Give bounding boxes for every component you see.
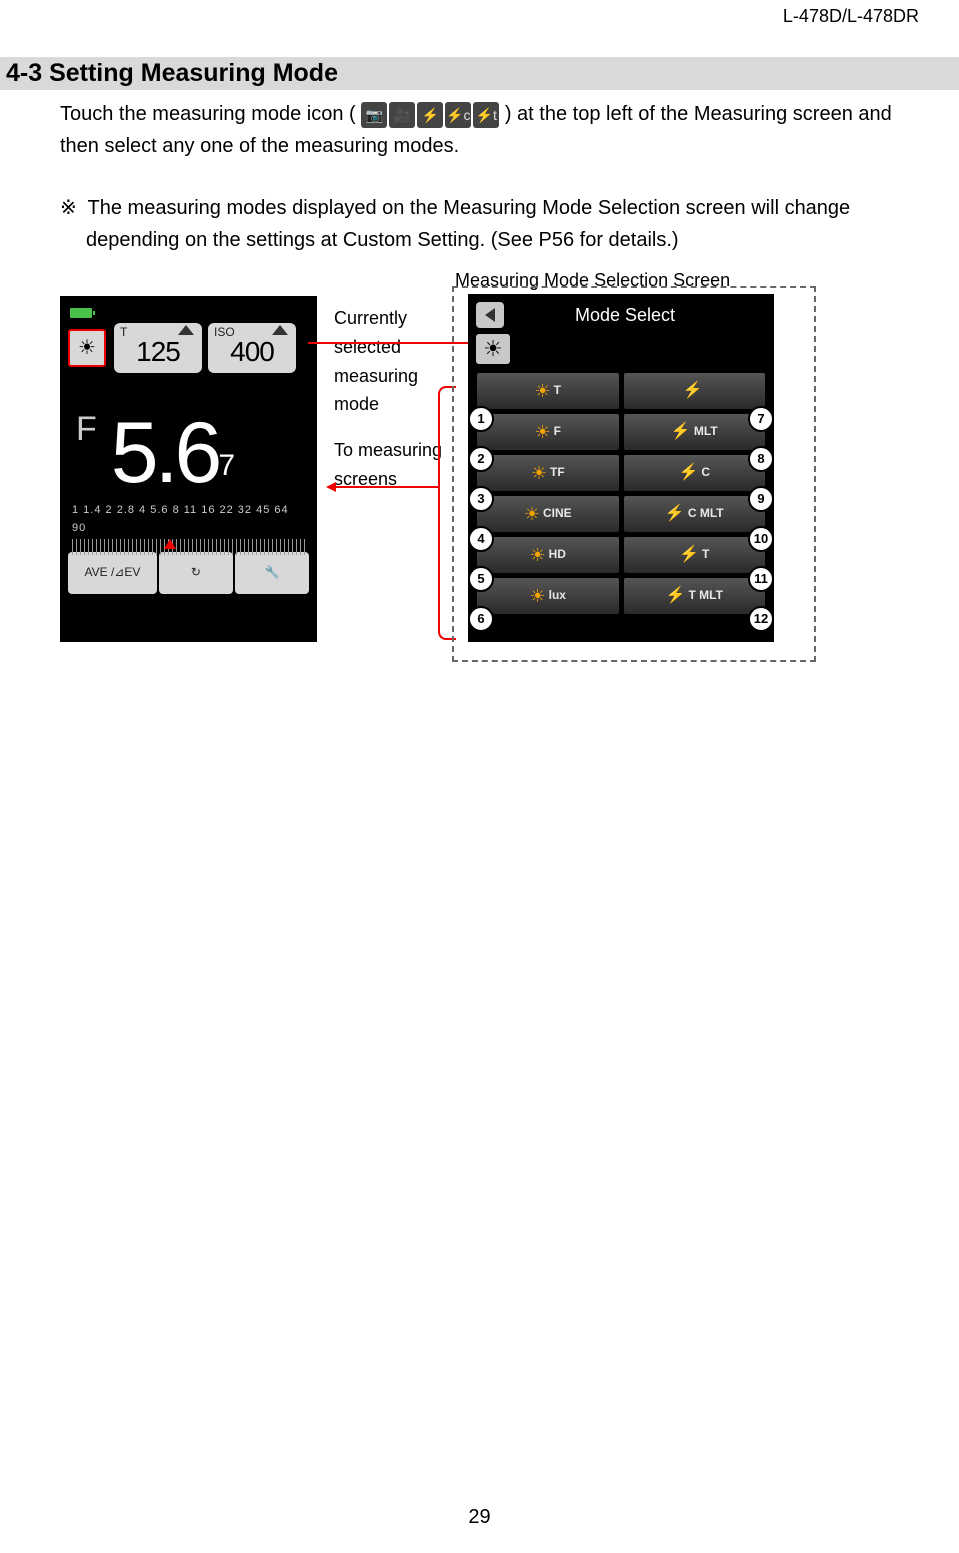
section-heading: 4-3 Setting Measuring Mode xyxy=(0,57,959,90)
current-mode-indicator: ☀ xyxy=(476,334,510,364)
mode-text: TF xyxy=(550,463,565,482)
callout-8: 8 xyxy=(748,446,774,472)
sun-icon: ☀ xyxy=(78,332,96,364)
callout-4: 4 xyxy=(468,526,494,552)
recycle-button[interactable]: ↻ xyxy=(159,552,233,594)
callout-2: 2 xyxy=(468,446,494,472)
mode-btn-flash-c[interactable]: ⚡C xyxy=(623,454,767,492)
status-bar xyxy=(66,306,311,320)
callout-10: 10 xyxy=(748,526,774,552)
bolt-icon: ⚡ xyxy=(671,419,691,445)
t-label: T xyxy=(120,323,127,342)
top-bar: ☀ T 125 ISO 400 xyxy=(66,320,311,376)
note-text: The measuring modes displayed on the Mea… xyxy=(86,197,850,251)
mode-btn-ambient-lux[interactable]: ☀lux xyxy=(476,577,620,615)
mode-text: HD xyxy=(549,545,566,564)
mode-btn-flash-mlt[interactable]: ⚡MLT xyxy=(623,413,767,451)
mode-text: C xyxy=(701,463,710,482)
mode-text: F xyxy=(554,422,561,441)
diagram: Measuring Mode Selection Screen ☀ T 125 … xyxy=(60,266,900,666)
sun-icon: ☀ xyxy=(530,546,546,564)
mode-text: T xyxy=(554,381,561,400)
page-number: 29 xyxy=(0,1506,959,1529)
callout-11: 11 xyxy=(748,566,774,592)
scale-numbers: 1 1.4 2 2.8 4 5.6 8 11 16 22 32 45 64 90 xyxy=(72,502,305,537)
mode-icon-flash-t: ⚡t xyxy=(473,102,499,128)
mode-btn-flash[interactable]: ⚡ xyxy=(623,372,767,410)
bolt-icon: ⚡ xyxy=(683,378,703,404)
sun-icon: ☀ xyxy=(524,505,540,523)
mode-text: C MLT xyxy=(688,504,724,523)
mode-select-wrap: Mode Select ☀ ☀T ⚡ ☀F ⚡MLT ☀TF ⚡C xyxy=(452,286,816,662)
f-label: F xyxy=(76,402,97,496)
mode-text: CINE xyxy=(543,504,572,523)
paragraph-intro: Touch the measuring mode icon ( 📷 🎥 ⚡ ⚡c… xyxy=(60,98,919,162)
mode-btn-ambient-tf[interactable]: ☀TF xyxy=(476,454,620,492)
mode-btn-ambient-f[interactable]: ☀F xyxy=(476,413,620,451)
bottom-buttons: AVE /⊿EV ↻ 🔧 xyxy=(66,550,311,596)
callout-3: 3 xyxy=(468,486,494,512)
f-sub: 7 xyxy=(218,442,235,496)
t-value: 125 xyxy=(136,330,180,375)
mode-text: T MLT xyxy=(688,586,722,605)
f-value: 5.6 xyxy=(97,410,219,496)
bolt-icon: ⚡ xyxy=(679,542,699,568)
aperture-scale: 1 1.4 2 2.8 4 5.6 8 11 16 22 32 45 64 90 xyxy=(66,496,311,550)
mode-icon-flash: ⚡ xyxy=(417,102,443,128)
scale-marker xyxy=(164,539,176,549)
ave-ev-button[interactable]: AVE /⊿EV xyxy=(68,552,157,594)
callout-1: 1 xyxy=(468,406,494,432)
note-mark: ※ xyxy=(60,197,77,219)
shutter-pill[interactable]: T 125 xyxy=(114,323,202,373)
sun-icon: ☀ xyxy=(535,423,551,441)
scale-ticks xyxy=(72,539,305,555)
mode-icon-camera: 📷 xyxy=(361,102,387,128)
iso-value: 400 xyxy=(230,330,274,375)
mode-btn-flash-t[interactable]: ⚡T xyxy=(623,536,767,574)
mode-text: lux xyxy=(549,586,566,605)
sun-icon: ☀ xyxy=(530,587,546,605)
mode-text: MLT xyxy=(694,422,718,441)
iso-pill[interactable]: ISO 400 xyxy=(208,323,296,373)
label-to-measuring: To measuring screens xyxy=(334,436,444,494)
settings-button[interactable]: 🔧 xyxy=(235,552,309,594)
sun-icon: ☀ xyxy=(535,382,551,400)
f-readout: F 5.6 7 xyxy=(66,376,311,496)
up-arrow-icon xyxy=(272,325,288,335)
bolt-icon: ⚡ xyxy=(665,501,685,527)
para-pre: Touch the measuring mode icon ( xyxy=(60,103,356,125)
iso-label: ISO xyxy=(214,323,235,342)
mode-text: T xyxy=(702,545,709,564)
mode-select-title: Mode Select xyxy=(508,301,770,330)
mode-btn-flash-cmlt[interactable]: ⚡C MLT xyxy=(623,495,767,533)
bolt-icon: ⚡ xyxy=(666,583,686,609)
callout-12: 12 xyxy=(748,606,774,632)
callout-5: 5 xyxy=(468,566,494,592)
document-header: L-478D/L-478DR xyxy=(0,0,959,27)
mode-icon-video: 🎥 xyxy=(389,102,415,128)
mode-btn-ambient-t[interactable]: ☀T xyxy=(476,372,620,410)
bolt-icon: ⚡ xyxy=(678,460,698,486)
inline-mode-icons: 📷 🎥 ⚡ ⚡c ⚡t xyxy=(361,102,499,128)
mode-btn-ambient-cine[interactable]: ☀CINE xyxy=(476,495,620,533)
callout-7: 7 xyxy=(748,406,774,432)
sun-icon: ☀ xyxy=(531,464,547,482)
measuring-screen: ☀ T 125 ISO 400 F 5.6 7 1 1.4 2 2.8 4 xyxy=(60,296,317,642)
mode-icon-button[interactable]: ☀ xyxy=(68,329,106,367)
battery-icon xyxy=(70,308,92,318)
mode-btn-flash-tmlt[interactable]: ⚡T MLT xyxy=(623,577,767,615)
mode-icon-flash-c: ⚡c xyxy=(445,102,471,128)
label-current-mode: Currently selected measuring mode xyxy=(334,304,434,419)
back-button[interactable] xyxy=(476,302,504,328)
mode-btn-ambient-hd[interactable]: ☀HD xyxy=(476,536,620,574)
callout-9: 9 xyxy=(748,486,774,512)
mode-grid: ☀T ⚡ ☀F ⚡MLT ☀TF ⚡C ☀CINE ⚡C MLT xyxy=(472,370,770,620)
note-block: ※ The measuring modes displayed on the M… xyxy=(60,192,959,256)
mode-select-screen: Mode Select ☀ ☀T ⚡ ☀F ⚡MLT ☀TF ⚡C xyxy=(468,294,774,642)
arrow-to-screens xyxy=(336,486,436,488)
up-arrow-icon xyxy=(178,325,194,335)
callout-6: 6 xyxy=(468,606,494,632)
